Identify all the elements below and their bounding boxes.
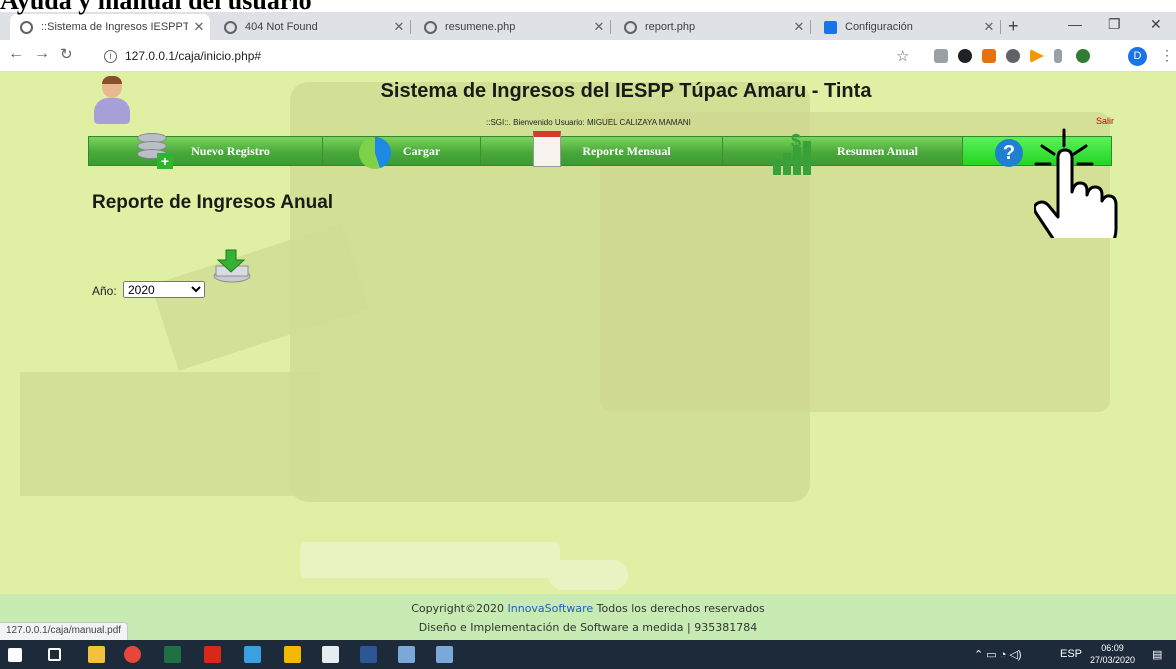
footer-line2: Diseño e Implementación de Software a me…	[418, 621, 758, 634]
main-nav: + Nuevo Registro Cargar Reporte Mensual …	[88, 131, 1112, 175]
app-icon[interactable]	[398, 646, 415, 663]
browser-tab-strip: ::Sistema de Ingresos IESPPTA.. ✕ 404 No…	[0, 12, 1176, 40]
reload-icon[interactable]: ↻	[60, 45, 73, 63]
tab-title: ::Sistema de Ingresos IESPPTA..	[41, 21, 188, 33]
footer-brand-link[interactable]: InnovaSoftware	[508, 602, 594, 615]
database-add-icon: +	[137, 133, 173, 169]
year-label: Año:	[92, 284, 117, 298]
clock-date: 27/03/2020	[1090, 655, 1136, 665]
taskbar-clock[interactable]: 06:09 27/03/2020	[1090, 642, 1135, 666]
shield-extension-icon[interactable]	[1076, 49, 1090, 63]
language-indicator[interactable]: ESP	[1060, 648, 1082, 660]
close-window-icon[interactable]: ✕	[1150, 16, 1162, 33]
url-text: 127.0.0.1/caja/inicio.php#	[125, 49, 262, 63]
restore-icon[interactable]: ❐	[1108, 16, 1121, 33]
pointing-hand-cursor-icon	[1034, 128, 1118, 238]
document-heading: Ayuda y manual del usuario	[0, 0, 312, 15]
bookmark-star-icon[interactable]: ☆	[896, 47, 909, 65]
system-tray-icons[interactable]: ⌃ ▭ ◔ ◁)	[974, 648, 1022, 661]
tab-divider	[610, 20, 611, 34]
download-report-icon[interactable]	[210, 248, 254, 284]
help-icon: ?	[995, 139, 1023, 167]
nav-cargar[interactable]: Cargar	[323, 137, 481, 169]
nav-nuevo-registro[interactable]: + Nuevo Registro	[89, 133, 323, 169]
page-footer: Copyright©2020 InnovaSoftware Todos los …	[0, 594, 1176, 640]
app-box-icon[interactable]	[244, 646, 261, 663]
minimize-icon[interactable]: —	[1068, 16, 1082, 32]
logout-link[interactable]: Salir	[1096, 116, 1114, 126]
nav-reporte-mensual[interactable]: Reporte Mensual	[481, 131, 723, 167]
footer-copyright: Copyright©2020 InnovaSoftware Todos los …	[0, 599, 1176, 618]
site-title: Sistema de Ingresos del IESPP Túpac Amar…	[380, 80, 872, 102]
more-menu-icon[interactable]: ⋮	[1160, 47, 1174, 64]
mic-extension-icon[interactable]	[1054, 49, 1062, 63]
globe-icon	[424, 20, 437, 34]
bar-chart-dollar-icon: $	[773, 131, 813, 175]
welcome-message: ::SGI::. Bienvenido Usuario: MIGUEL CALI…	[486, 118, 691, 127]
close-icon[interactable]: ✕	[388, 19, 410, 35]
background-banknote-image	[20, 372, 320, 496]
profile-avatar[interactable]: D	[1128, 47, 1147, 66]
task-view-icon[interactable]	[48, 648, 61, 661]
close-icon[interactable]: ✕	[588, 19, 610, 35]
close-icon[interactable]: ✕	[978, 19, 1000, 35]
footer-copyright-prefix: Copyright©2020	[411, 602, 508, 615]
address-bar[interactable]: i 127.0.0.1/caja/inicio.php#	[104, 44, 924, 68]
tab-sistema-ingresos[interactable]: ::Sistema de Ingresos IESPPTA.. ✕	[10, 14, 210, 40]
background-keyboard-image	[300, 542, 560, 578]
globe-icon	[20, 20, 33, 34]
gear-icon	[824, 20, 837, 34]
tab-title: resumene.php	[445, 21, 516, 33]
browser-toolbar: ← → ↻ i 127.0.0.1/caja/inicio.php# ☆ D ⋮	[0, 40, 1176, 72]
background-mouse-image	[548, 560, 628, 590]
play-extension-icon[interactable]	[1030, 49, 1044, 63]
chrome-icon[interactable]	[124, 646, 141, 663]
back-arrow-icon[interactable]: ←	[8, 45, 24, 63]
calendar-icon	[533, 131, 561, 167]
tab-divider	[1000, 20, 1001, 34]
acrobat-icon[interactable]	[204, 646, 221, 663]
info-icon[interactable]: i	[104, 49, 117, 63]
app-icon[interactable]	[436, 646, 453, 663]
new-tab-button[interactable]: +	[1008, 16, 1019, 37]
file-explorer-icon[interactable]	[88, 646, 105, 663]
extension-icon[interactable]	[1006, 49, 1020, 63]
clock-time: 06:09	[1101, 643, 1124, 653]
notification-icon[interactable]: ▤	[1152, 648, 1162, 661]
nav-resumen-anual[interactable]: $ Resumen Anual	[723, 131, 963, 175]
excel-icon[interactable]	[164, 646, 181, 663]
globe-icon	[224, 20, 237, 34]
sync-icon	[359, 137, 391, 169]
web-page: Sistema de Ingresos del IESPP Túpac Amar…	[0, 72, 1176, 640]
status-bar-url: 127.0.0.1/caja/manual.pdf	[0, 622, 129, 640]
pen-extension-icon[interactable]	[934, 49, 948, 63]
year-select[interactable]: 2020	[123, 281, 205, 298]
report-title: Reporte de Ingresos Anual	[92, 192, 334, 213]
photos-icon[interactable]	[322, 646, 339, 663]
tab-resumene[interactable]: resumene.php ✕	[414, 14, 610, 40]
windows-start-icon[interactable]	[8, 648, 22, 662]
tab-title: Configuración	[845, 21, 913, 33]
tab-divider	[410, 20, 411, 34]
tab-title: 404 Not Found	[245, 21, 318, 33]
tab-title: report.php	[645, 21, 696, 33]
tab-report[interactable]: report.php ✕	[614, 14, 810, 40]
pen-app-icon[interactable]	[284, 646, 301, 663]
close-icon[interactable]: ✕	[188, 19, 210, 35]
close-icon[interactable]: ✕	[788, 19, 810, 35]
tab-404[interactable]: 404 Not Found ✕	[214, 14, 410, 40]
globe-icon	[624, 20, 637, 34]
word-icon[interactable]	[360, 646, 377, 663]
download-extension-icon[interactable]	[958, 49, 972, 63]
tab-configuracion[interactable]: Configuración ✕	[814, 14, 1000, 40]
footer-copyright-suffix: Todos los derechos reservados	[593, 602, 765, 615]
forward-arrow-icon[interactable]: →	[34, 45, 50, 63]
save-extension-icon[interactable]	[982, 49, 996, 63]
windows-taskbar: ⌃ ▭ ◔ ◁) ESP 06:09 27/03/2020 ▤	[0, 640, 1176, 669]
tab-divider	[810, 20, 811, 34]
